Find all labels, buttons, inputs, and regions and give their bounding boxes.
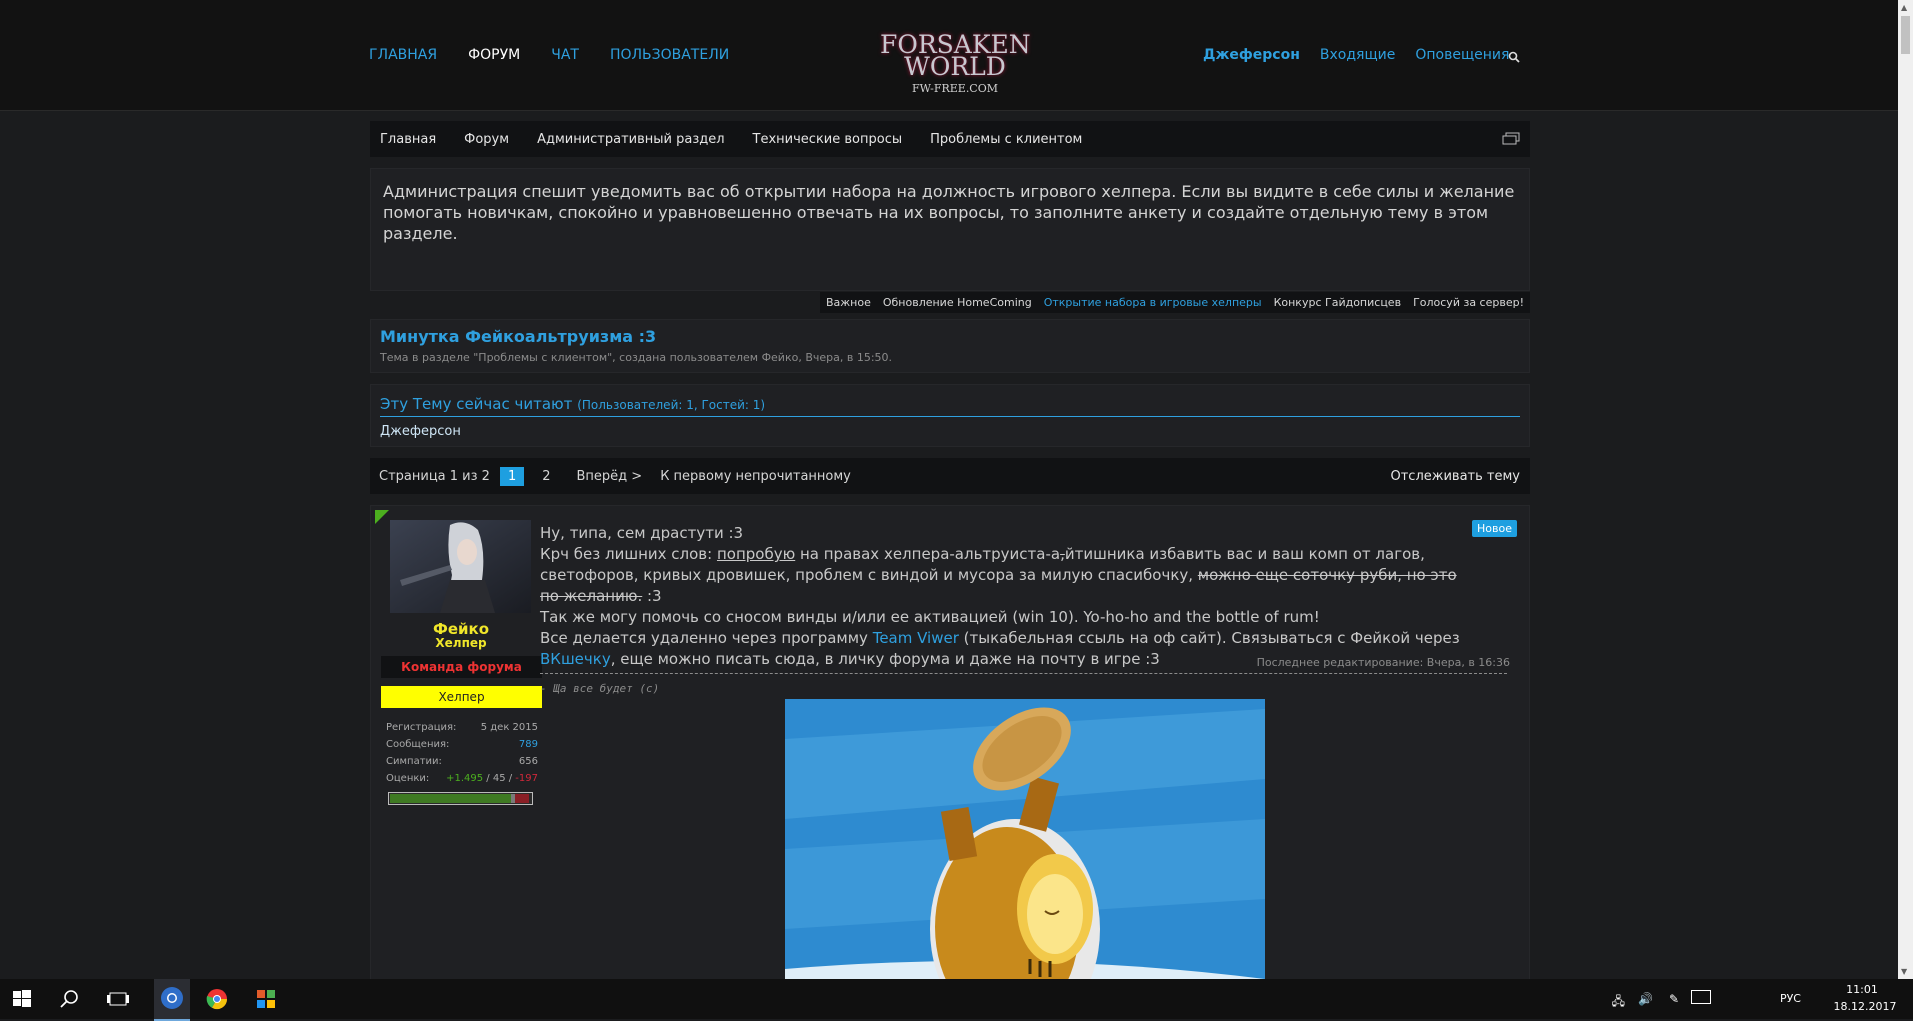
likes-value: 656 xyxy=(518,756,538,767)
author-stats: Регистрация: 5 дек 2015 Сообщения: 789 Сим… xyxy=(386,722,538,790)
breadcrumb-admin[interactable]: Административный раздел xyxy=(537,132,724,147)
new-badge: Новое xyxy=(1472,520,1517,537)
nav-home[interactable]: ГЛАВНАЯ xyxy=(369,47,437,63)
signature-image xyxy=(785,699,1265,1004)
notice-tabs: Важное Обновление HomeComing Открытие набо… xyxy=(370,292,1530,314)
breadcrumb: Главная Форум Административный раздел Те… xyxy=(370,121,1530,157)
volume-icon[interactable]: 🔊 xyxy=(1638,992,1653,1006)
network-icon[interactable]: 🖧 xyxy=(1612,992,1625,1013)
search-icon[interactable] xyxy=(58,987,82,1011)
notice-tab-important[interactable]: Важное xyxy=(819,292,877,313)
viewers-user[interactable]: Джеферсон xyxy=(380,424,461,439)
viewers-panel: Эту Тему сейчас читают (Пользователей: 1… xyxy=(370,384,1530,447)
thread-title: Минутка Фейкоальтруизма :3 xyxy=(380,327,657,346)
signature-text: - Ща все будет (с) xyxy=(540,682,660,695)
rating-sep: / xyxy=(505,773,516,784)
likes-label: Симпатии: xyxy=(386,756,442,767)
page-nav: Страница 1 из 2 1 2 Вперёд > К первому н… xyxy=(370,458,1530,494)
notice-tab-contest[interactable]: Конкурс Гайдописцев xyxy=(1267,292,1408,313)
msg-line-2: Крч без лишних слов: попробую на правах … xyxy=(540,545,1457,605)
scroll-up-icon[interactable]: ▲ xyxy=(1901,3,1907,12)
last-edited: Последнее редактирование: Вчера, в 16:36 xyxy=(1256,656,1510,669)
thread-description: Тема в разделе "Проблемы с клиентом", со… xyxy=(380,351,893,364)
breadcrumb-client[interactable]: Проблемы с клиентом xyxy=(930,132,1082,147)
new-post-corner xyxy=(375,510,389,524)
msg-line-1: Ну, типа, сем драстути :3 xyxy=(540,524,744,542)
post-message: Ну, типа, сем драстути :3 Крч без лишних… xyxy=(540,523,1465,670)
viewers-counts: (Пользователей: 1, Гостей: 1) xyxy=(577,398,766,412)
nav-users[interactable]: ПОЛЬЗОВАТЕЛИ xyxy=(610,47,729,63)
logo-line-3: FW-FREE.COM xyxy=(911,82,999,95)
messages-value[interactable]: 789 xyxy=(519,739,538,756)
next-page-link[interactable]: Вперёд > xyxy=(577,469,643,484)
page-scrollbar[interactable]: ▲ ▼ xyxy=(1898,0,1913,979)
site-logo[interactable]: FORSAKEN WORLD FW-FREE.COM xyxy=(880,32,1031,106)
scrollbar-thumb[interactable] xyxy=(1901,16,1910,54)
rating-bar-negative xyxy=(515,794,529,803)
reg-label: Регистрация: xyxy=(386,722,457,733)
notice-text: Администрация спешит уведомить вас об от… xyxy=(383,182,1515,243)
rating-neutral: 45 xyxy=(492,773,506,784)
user-nav: Джеферсон Входящие Оповещения xyxy=(1203,47,1509,63)
rating-bar xyxy=(388,792,533,805)
rating-bar-positive xyxy=(390,794,512,803)
scroll-down-icon[interactable]: ▼ xyxy=(1901,967,1907,976)
nav-inbox[interactable]: Входящие xyxy=(1320,47,1395,63)
clock-time[interactable]: 11:01 xyxy=(1838,983,1886,996)
top-header: ГЛАВНАЯ ФОРУМ ЧАТ ПОЛЬЗОВАТЕЛИ FORSAKEN … xyxy=(0,0,1898,111)
pen-icon[interactable]: ✎ xyxy=(1669,992,1679,1006)
page-1[interactable]: 1 xyxy=(499,466,525,486)
rating-positive: +1.495 xyxy=(446,773,484,784)
search-icon[interactable] xyxy=(1508,48,1522,63)
reg-value: 5 дек 2015 xyxy=(480,722,538,733)
team-badge: Команда форума xyxy=(381,656,542,678)
language-indicator[interactable]: РУС xyxy=(1780,992,1801,1005)
breadcrumb-menu-icon[interactable] xyxy=(1502,132,1520,146)
helper-badge: Хелпер xyxy=(381,686,542,708)
author-title: Хелпер xyxy=(435,636,487,650)
thread-header: Минутка Фейкоальтруизма :3 Тема в раздел… xyxy=(370,319,1530,373)
task-view-icon[interactable] xyxy=(106,987,130,1011)
watch-thread-link[interactable]: Отслеживать тему xyxy=(1391,469,1521,484)
messages-label: Сообщения: xyxy=(386,739,450,750)
main-nav: ГЛАВНАЯ ФОРУМ ЧАТ ПОЛЬЗОВАТЕЛИ xyxy=(369,47,729,63)
page-label: Страница 1 из 2 xyxy=(379,468,490,484)
app-cube-icon[interactable] xyxy=(254,987,278,1011)
nav-alerts[interactable]: Оповещения xyxy=(1415,47,1509,63)
nav-username[interactable]: Джеферсон xyxy=(1203,47,1300,63)
notice-tab-update[interactable]: Обновление HomeComing xyxy=(876,292,1038,313)
notice-tab-helpers[interactable]: Открытие набора в игровые хелперы xyxy=(1037,292,1268,313)
page-2[interactable]: 2 xyxy=(534,467,558,486)
viewers-title: Эту Тему сейчас читают (Пользователей: 1… xyxy=(380,395,1520,417)
ratings-label: Оценки: xyxy=(386,773,430,784)
notice-box: Администрация спешит уведомить вас об от… xyxy=(370,168,1530,291)
windows-taskbar: 🖧 🔊 ✎ РУС 11:01 18.12.2017 xyxy=(0,979,1913,1021)
msg-line-3: Так же могу помочь со сносом винды и/или… xyxy=(540,608,1320,626)
vk-link[interactable]: ВКшечку xyxy=(540,650,611,668)
rating-negative: -197 xyxy=(515,773,538,784)
keyboard-icon[interactable] xyxy=(1691,990,1711,1004)
breadcrumb-tech[interactable]: Технические вопросы xyxy=(753,132,903,147)
post: Фейко Хелпер Команда форума Хелпер Регис… xyxy=(370,505,1530,1005)
browser-chromium-icon[interactable] xyxy=(154,979,190,1021)
signature-separator xyxy=(540,673,1507,674)
breadcrumb-forum[interactable]: Форум xyxy=(464,132,509,147)
nav-chat[interactable]: ЧАТ xyxy=(551,47,579,63)
avatar[interactable] xyxy=(390,520,531,613)
chrome-icon[interactable] xyxy=(205,987,229,1011)
nav-forum[interactable]: ФОРУМ xyxy=(468,47,520,63)
clock-date[interactable]: 18.12.2017 xyxy=(1829,1000,1901,1013)
first-unread-link[interactable]: К первому непрочитанному xyxy=(660,469,851,484)
notice-tab-vote[interactable]: Голосуй за сервер! xyxy=(1407,292,1530,313)
teamviewer-link[interactable]: Team Viwer xyxy=(873,629,959,647)
windows-start-icon[interactable] xyxy=(10,987,34,1011)
rating-sep: / xyxy=(483,773,493,784)
breadcrumb-home[interactable]: Главная xyxy=(380,132,436,147)
